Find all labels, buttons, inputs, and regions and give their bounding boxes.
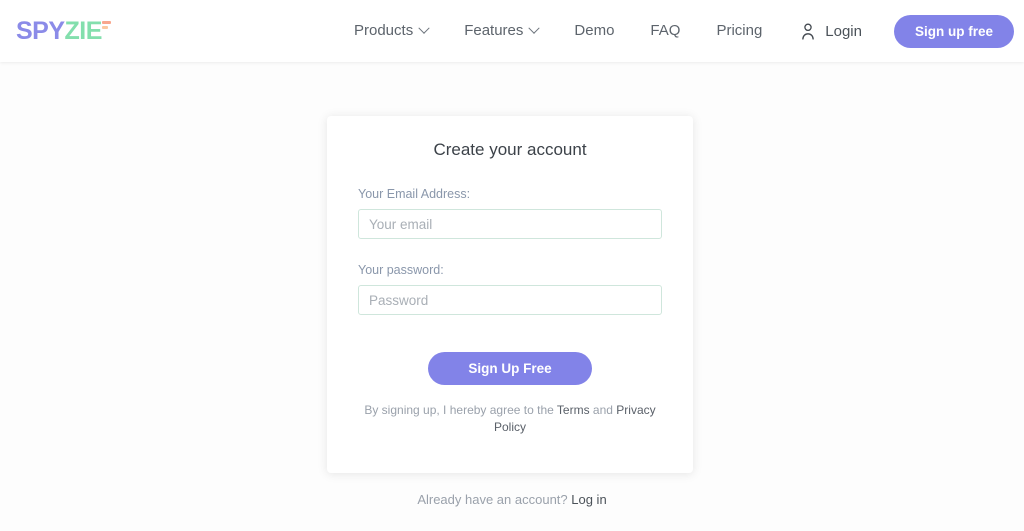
trademark-bars-icon <box>101 21 111 30</box>
existing-account-row: Already have an account? Log in <box>0 492 1024 507</box>
main-navigation: Products Features Demo FAQ Pricing <box>336 0 780 62</box>
logo-text-spy: SPY <box>16 17 65 45</box>
user-icon[interactable] <box>800 23 816 40</box>
nav-item-demo[interactable]: Demo <box>556 0 632 62</box>
email-field-label: Your Email Address: <box>358 187 471 201</box>
login-link[interactable]: Login <box>825 23 862 40</box>
password-input[interactable] <box>358 285 662 315</box>
card-title: Create your account <box>433 140 587 159</box>
legal-agreement-text: By signing up, I hereby agree to the Ter… <box>361 402 659 436</box>
nav-item-label: Features <box>464 22 524 39</box>
password-field-label: Your password: <box>358 263 444 277</box>
sign-up-free-submit-button[interactable]: Sign Up Free <box>428 352 592 385</box>
nav-item-features[interactable]: Features <box>446 0 556 62</box>
site-logo[interactable]: SPYZIE <box>16 18 111 44</box>
nav-item-pricing[interactable]: Pricing <box>698 0 780 62</box>
header-actions: Login Sign up free <box>800 0 1024 62</box>
signup-card: Create your account Your Email Address: … <box>327 116 693 473</box>
signup-free-button[interactable]: Sign up free <box>893 14 1014 48</box>
signup-form: Your Email Address: Your password: Sign … <box>358 187 662 385</box>
log-in-link[interactable]: Log in <box>571 492 606 507</box>
nav-item-faq[interactable]: FAQ <box>632 0 698 62</box>
legal-middle: and <box>589 403 617 417</box>
nav-item-label: Products <box>354 22 414 39</box>
logo-text-zie: ZIE <box>64 17 103 45</box>
site-header: SPYZIE Products Features Demo FAQ Pricin… <box>0 0 1024 62</box>
nav-item-products[interactable]: Products <box>336 0 446 62</box>
terms-link[interactable]: Terms <box>557 403 590 417</box>
legal-prefix: By signing up, I hereby agree to the <box>364 403 557 417</box>
chevron-down-icon <box>418 22 430 34</box>
submit-row: Sign Up Free <box>358 352 662 385</box>
chevron-down-icon <box>528 22 541 34</box>
email-input[interactable] <box>358 209 662 239</box>
existing-account-prompt: Already have an account? <box>417 492 572 507</box>
